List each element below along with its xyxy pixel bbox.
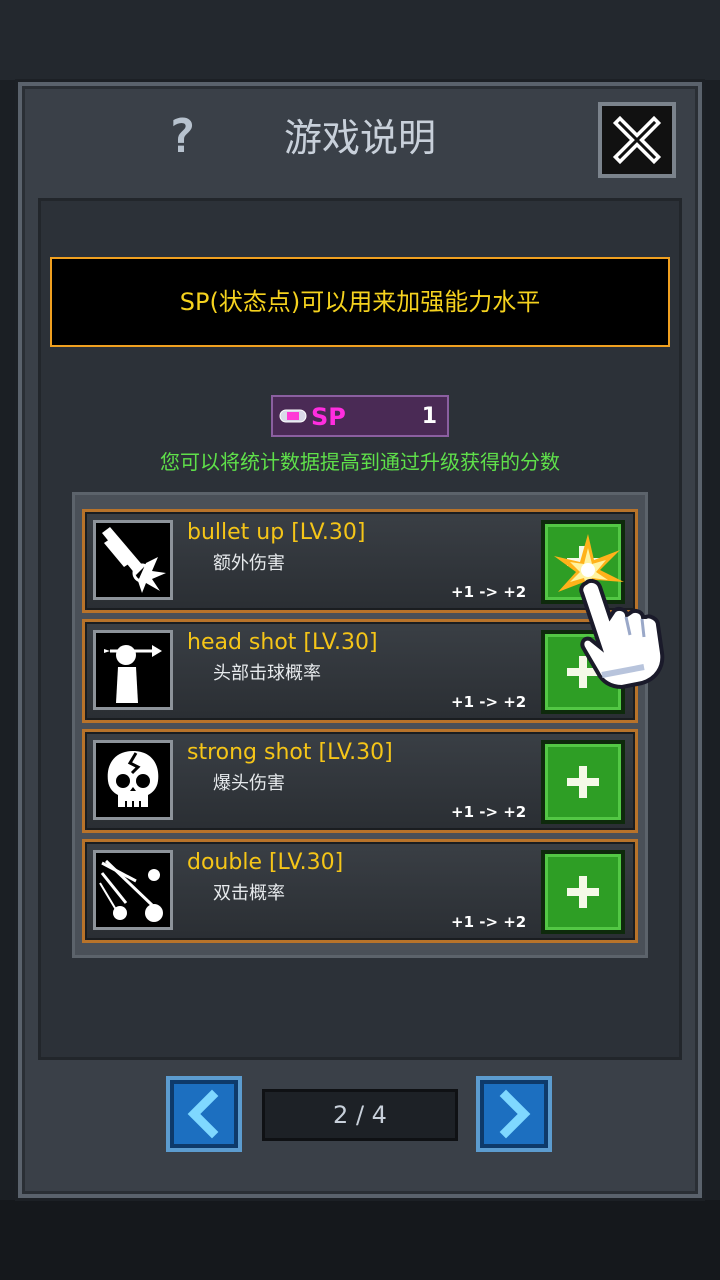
double-shot-icon xyxy=(93,850,173,930)
skill-name: bullet up [LV.30] xyxy=(187,520,366,545)
sp-value: 1 xyxy=(421,404,437,429)
skill-level-change: +1 -> +2 xyxy=(451,803,527,821)
skill-description: 双击概率 xyxy=(213,883,285,904)
skill-description: 爆头伤害 xyxy=(213,773,285,794)
previous-page-button[interactable] xyxy=(166,1076,242,1152)
skill-name: double [LV.30] xyxy=(187,850,344,875)
dialog-title: 游戏说明 xyxy=(283,116,436,160)
head-shot-icon xyxy=(93,630,173,710)
skill-description: 头部击球概率 xyxy=(213,663,321,684)
hint-text: 您可以将统计数据提高到通过升级获得的分数 xyxy=(160,450,560,474)
plus-icon-vertical xyxy=(579,766,587,798)
question-mark-icon: ? xyxy=(168,109,196,163)
skull-icon xyxy=(93,740,173,820)
sp-label: SP xyxy=(311,403,346,431)
chevron-right-icon xyxy=(499,1089,531,1139)
sp-counter: SP 1 xyxy=(271,395,449,437)
plus-icon-vertical xyxy=(579,876,587,908)
skill-name: head shot [LV.30] xyxy=(187,630,378,655)
page-indicator: 2 / 4 xyxy=(262,1089,458,1141)
background-bottom xyxy=(0,1200,720,1280)
background-top xyxy=(0,0,720,80)
skill-level-change: +1 -> +2 xyxy=(451,583,527,601)
info-banner: SP(状态点)可以用来加强能力水平 xyxy=(50,257,670,347)
skill-level-change: +1 -> +2 xyxy=(451,913,527,931)
bullet-icon xyxy=(93,520,173,600)
close-icon xyxy=(612,115,662,165)
skill-name: strong shot [LV.30] xyxy=(187,740,393,765)
next-page-button[interactable] xyxy=(476,1076,552,1152)
sp-capsule-icon xyxy=(279,409,307,423)
skill-level-change: +1 -> +2 xyxy=(451,693,527,711)
chevron-left-icon xyxy=(187,1089,219,1139)
skill-description: 额外伤害 xyxy=(213,553,285,574)
skill-row-strong-shot: strong shot [LV.30] 爆头伤害 +1 -> +2 xyxy=(82,729,638,833)
upgrade-strong-shot-button[interactable] xyxy=(541,740,625,824)
pointer-hand-icon xyxy=(579,578,665,690)
skill-row-double: double [LV.30] 双击概率 +1 -> +2 xyxy=(82,839,638,943)
upgrade-double-button[interactable] xyxy=(541,850,625,934)
close-button[interactable] xyxy=(598,102,676,178)
skill-row-head-shot: head shot [LV.30] 头部击球概率 +1 -> +2 xyxy=(82,619,638,723)
